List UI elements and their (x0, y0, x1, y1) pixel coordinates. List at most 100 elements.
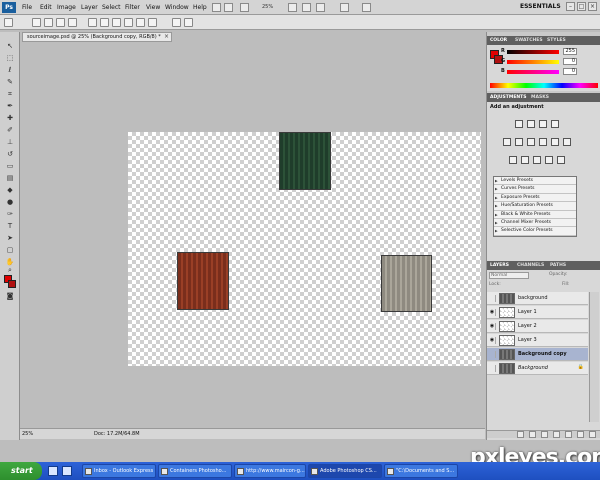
new-layer-icon[interactable] (577, 431, 584, 438)
bridge-icon[interactable] (212, 3, 221, 12)
quick-selection-tool-icon[interactable]: ✎ (5, 78, 15, 86)
brightness-contrast-icon[interactable] (515, 120, 523, 128)
zoom-tool-icon[interactable] (302, 3, 311, 12)
layer-row-background-locked[interactable]: Background 🔒 (487, 362, 588, 375)
tab-layers[interactable]: LAYERS (490, 262, 509, 269)
adjustment-layer-icon[interactable] (553, 431, 560, 438)
menu-view[interactable]: View (146, 3, 160, 12)
shape-option-icon[interactable] (124, 18, 133, 27)
list-item[interactable]: Selective Color Presets (494, 227, 576, 236)
posterize-icon[interactable] (521, 156, 529, 164)
visibility-toggle[interactable] (489, 295, 496, 302)
maximize-icon[interactable]: □ (577, 2, 586, 11)
channel-mixer-icon[interactable] (563, 138, 571, 146)
menu-window[interactable]: Window (165, 3, 189, 12)
healing-brush-tool-icon[interactable]: ✚ (5, 114, 15, 122)
layer-row-layer-1[interactable]: ◉ Layer 1 (487, 306, 588, 319)
close-document-icon[interactable]: × (164, 33, 169, 41)
workspace-switcher[interactable]: ESSENTIALS (520, 3, 561, 10)
clone-stamp-tool-icon[interactable]: ⊥ (5, 138, 15, 146)
tab-swatches[interactable]: SWATCHES (515, 37, 543, 44)
red-channel-value[interactable]: 255 (563, 48, 577, 55)
tab-adjustments[interactable]: ADJUSTMENTS (490, 94, 527, 101)
rotate-view-icon[interactable] (316, 3, 325, 12)
mini-bridge-icon[interactable] (224, 3, 233, 12)
exposure-icon[interactable] (551, 120, 559, 128)
black-white-icon[interactable] (539, 138, 547, 146)
layer-row-layer-3[interactable]: ◉ Layer 3 (487, 334, 588, 347)
brush-tool-icon[interactable]: ✐ (5, 126, 15, 134)
pen-tool-icon[interactable]: ✑ (5, 210, 15, 218)
color-picker-icon[interactable] (184, 18, 193, 27)
gradient-map-icon[interactable] (545, 156, 553, 164)
menu-filter[interactable]: Filter (125, 3, 140, 12)
quick-mask-icon[interactable]: ◙ (5, 292, 15, 300)
screen-mode-icon[interactable] (362, 3, 371, 12)
status-doc-size[interactable]: Doc: 17.2M/64.8M (94, 431, 140, 437)
tab-paths[interactable]: PATHS (550, 262, 566, 269)
marquee-tool-icon[interactable]: ⬚ (5, 54, 15, 62)
subtract-selection-icon[interactable] (56, 18, 65, 27)
eye-icon[interactable]: ◉ (489, 323, 496, 330)
green-channel-slider[interactable] (507, 60, 559, 64)
zoom-level-dropdown[interactable]: 25% (262, 4, 273, 10)
shape-option-icon[interactable] (112, 18, 121, 27)
start-button[interactable]: start (0, 462, 42, 480)
tab-channels[interactable]: CHANNELS (517, 262, 544, 269)
list-item[interactable]: Black & White Presets (494, 211, 576, 219)
list-item[interactable]: Hue/Saturation Presets (494, 202, 576, 211)
selective-color-icon[interactable] (557, 156, 565, 164)
hue-saturation-icon[interactable] (515, 138, 523, 146)
tab-masks[interactable]: MASKS (531, 94, 549, 101)
levels-icon[interactable] (527, 120, 535, 128)
layer-row-layer-2[interactable]: ◉ Layer 2 (487, 320, 588, 333)
taskbar-item[interactable]: Adobe Photoshop CS... (308, 464, 382, 478)
blur-tool-icon[interactable]: ◆ (5, 186, 15, 194)
layer-row-background[interactable]: background (487, 292, 588, 305)
eye-icon[interactable]: ◉ (489, 337, 496, 344)
document-canvas[interactable] (128, 132, 481, 366)
folder-icon[interactable] (565, 431, 572, 438)
menu-layer[interactable]: Layer (81, 3, 98, 12)
minimize-icon[interactable]: – (566, 2, 575, 11)
custom-shape-icon[interactable] (148, 18, 157, 27)
dodge-tool-icon[interactable]: ● (5, 198, 15, 206)
document-tab[interactable]: sourceimage.psd @ 25% (Background copy, … (22, 32, 172, 42)
vibrance-icon[interactable] (503, 138, 511, 146)
menu-file[interactable]: File (22, 3, 32, 12)
close-icon[interactable]: × (588, 2, 597, 11)
hand-tool-icon[interactable]: ✋ (5, 258, 15, 266)
tab-color[interactable]: COLOR (490, 37, 507, 44)
move-tool-icon[interactable]: ↖ (5, 42, 15, 50)
menu-select[interactable]: Select (102, 3, 121, 12)
history-brush-tool-icon[interactable]: ↺ (5, 150, 15, 158)
layers-scrollbar[interactable] (589, 292, 599, 422)
quick-launch-icon[interactable] (62, 466, 72, 476)
menu-edit[interactable]: Edit (40, 3, 52, 12)
status-zoom[interactable]: 25% (22, 431, 33, 437)
taskbar-item[interactable]: Inbox - Outlook Express (82, 464, 156, 478)
eraser-tool-icon[interactable]: ▭ (5, 162, 15, 170)
type-tool-icon[interactable]: T (5, 222, 15, 230)
list-item[interactable]: Levels Presets (494, 177, 576, 186)
quick-launch-icon[interactable] (48, 466, 58, 476)
trash-icon[interactable] (589, 431, 596, 438)
list-item[interactable]: Curves Presets (494, 185, 576, 194)
threshold-icon[interactable] (533, 156, 541, 164)
view-extras-icon[interactable] (240, 3, 249, 12)
visibility-toggle[interactable] (489, 351, 496, 358)
layer-row-background-copy[interactable]: Background copy (487, 348, 588, 361)
tab-styles[interactable]: STYLES (547, 37, 566, 44)
gradient-tool-icon[interactable]: ▤ (5, 174, 15, 182)
layer-style-icon[interactable] (529, 431, 536, 438)
path-selection-tool-icon[interactable]: ➤ (5, 234, 15, 242)
new-selection-icon[interactable] (32, 18, 41, 27)
curves-icon[interactable] (539, 120, 547, 128)
blue-channel-slider[interactable] (507, 70, 559, 74)
invert-icon[interactable] (509, 156, 517, 164)
crop-tool-icon[interactable]: ⌗ (5, 90, 15, 98)
taskbar-item[interactable]: http://www.maircon-g... (234, 464, 306, 478)
list-item[interactable]: Exposure Presets (494, 194, 576, 203)
list-item[interactable]: Channel Mixer Presets (494, 219, 576, 228)
color-spectrum-bar[interactable] (490, 83, 598, 88)
